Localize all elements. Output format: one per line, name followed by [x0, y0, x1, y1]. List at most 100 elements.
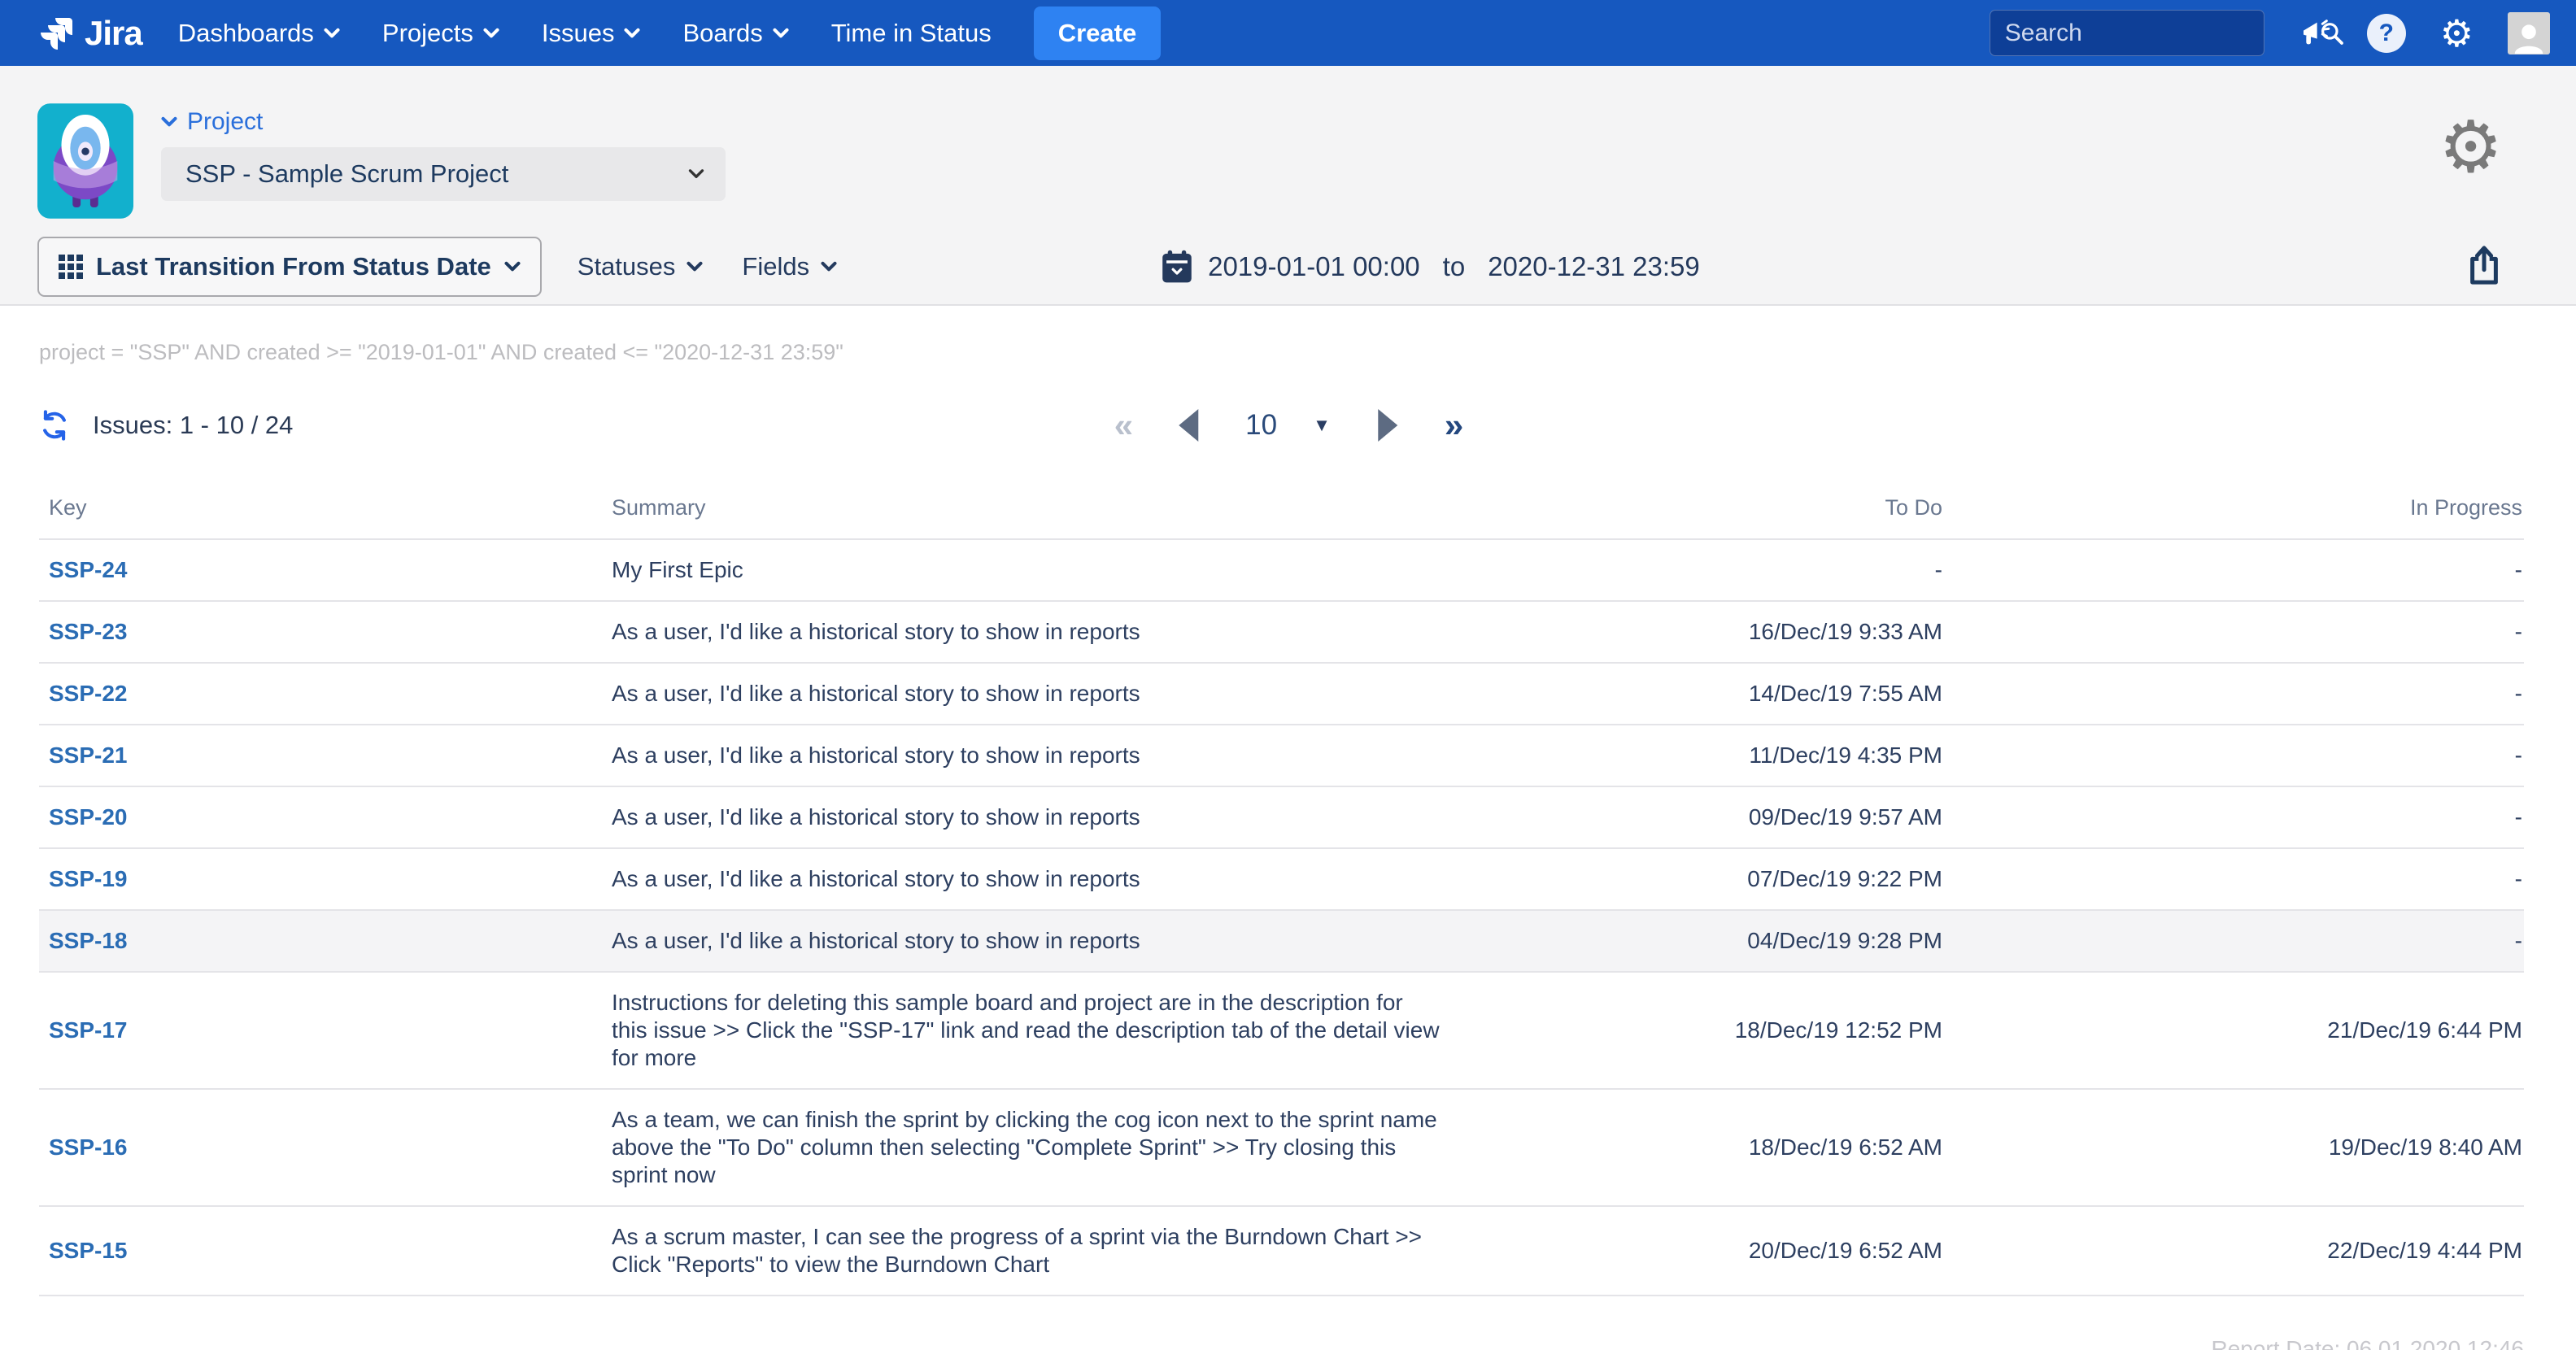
- inprogress-date-cell: -: [1944, 848, 2524, 910]
- nav-item-label: Boards: [682, 19, 762, 48]
- chevron-down-icon: [483, 28, 499, 39]
- column-header-todo[interactable]: To Do: [1464, 481, 1944, 539]
- table-row: SSP-16 As a team, we can finish the sprin…: [39, 1089, 2524, 1206]
- jql-query-text: project = "SSP" AND created >= "2019-01-…: [0, 306, 2576, 365]
- page: Jira Dashboards Projects Issues Boards T…: [0, 0, 2576, 1350]
- project-select-value: SSP - Sample Scrum Project: [185, 159, 508, 189]
- caret-down-icon: ▼: [1313, 415, 1331, 436]
- issues-table: Key Summary To Do In Progress SSP-24My F…: [39, 481, 2524, 1296]
- issue-summary: As a user, I'd like a historical story t…: [612, 742, 1140, 769]
- grid-icon: [59, 255, 83, 279]
- table-row: SSP-18As a user, I'd like a historical s…: [39, 910, 2524, 972]
- chevron-down-icon: [624, 28, 640, 39]
- issue-key-link[interactable]: SSP-22: [49, 681, 128, 706]
- last-page-button[interactable]: »: [1445, 408, 1462, 442]
- help-icon[interactable]: ?: [2367, 14, 2406, 53]
- issues-count: Issues: 1 - 10 / 24: [93, 411, 293, 440]
- bottom-results-bar: Issues: 1 - 10 / 24 « 10 ▼ » Report Date…: [0, 1342, 2576, 1350]
- announcement-icon[interactable]: [2299, 17, 2333, 50]
- todo-date-cell: 16/Dec/19 9:33 AM: [1464, 601, 1944, 663]
- report-date: Report Date: 06.01.2020 12:46: [2211, 1332, 2524, 1350]
- issue-key-link[interactable]: SSP-23: [49, 619, 128, 644]
- jira-logo-text: Jira: [85, 14, 142, 53]
- prev-page-button[interactable]: [1179, 409, 1198, 442]
- inprogress-date-cell: -: [1944, 910, 2524, 972]
- report-body: project = "SSP" AND created >= "2019-01-…: [0, 306, 2576, 1350]
- column-header-key[interactable]: Key: [39, 481, 602, 539]
- jira-logo-icon: [39, 15, 76, 52]
- nav-menu: Dashboards Projects Issues Boards Time i…: [178, 19, 992, 48]
- issue-summary: As a user, I'd like a historical story t…: [612, 680, 1140, 708]
- inprogress-date-cell: -: [1944, 786, 2524, 848]
- table-row: SSP-21 As a user, I'd like a historical s…: [39, 725, 2524, 786]
- search-input[interactable]: [2005, 20, 2319, 47]
- nav-item-issues[interactable]: Issues: [542, 19, 641, 48]
- issue-key-link[interactable]: SSP-20: [49, 804, 128, 830]
- nav-item-dashboards[interactable]: Dashboards: [178, 19, 340, 48]
- inprogress-date-cell: 19/Dec/19 8:40 AM: [1944, 1089, 2524, 1206]
- issues-table-wrap: Key Summary To Do In Progress SSP-24My F…: [0, 481, 2576, 1296]
- issue-key-link[interactable]: SSP-21: [49, 742, 128, 768]
- issue-summary: Instructions for deleting this sample bo…: [612, 989, 1441, 1072]
- chevron-down-icon: [688, 168, 704, 180]
- nav-item-label: Time in Status: [831, 19, 992, 48]
- chevron-down-icon: [324, 28, 340, 39]
- issue-summary: As a user, I'd like a historical story t…: [612, 803, 1140, 831]
- todo-date-cell: -: [1464, 539, 1944, 601]
- field-selector-label: Last Transition From Status Date: [96, 252, 491, 281]
- statuses-dropdown[interactable]: Statuses: [578, 252, 704, 281]
- next-page-button[interactable]: [1378, 409, 1397, 442]
- inprogress-date-cell: 21/Dec/19 6:44 PM: [1944, 972, 2524, 1089]
- inprogress-date-cell: -: [1944, 539, 2524, 601]
- todo-date-cell: 09/Dec/19 9:57 AM: [1464, 786, 1944, 848]
- issue-key-link[interactable]: SSP-17: [49, 1017, 128, 1043]
- create-button[interactable]: Create: [1034, 7, 1162, 60]
- todo-date-cell: 18/Dec/19 12:52 PM: [1464, 972, 1944, 1089]
- nav-item-label: Dashboards: [178, 19, 314, 48]
- nav-right: ? ⚙: [1990, 10, 2550, 56]
- column-header-inprogress[interactable]: In Progress: [1944, 481, 2524, 539]
- top-results-bar: Issues: 1 - 10 / 24 « 10 ▼ »: [0, 399, 2576, 451]
- export-icon[interactable]: [2465, 245, 2503, 290]
- user-avatar[interactable]: [2508, 12, 2550, 54]
- column-header-summary[interactable]: Summary: [602, 481, 1464, 539]
- first-page-button[interactable]: «: [1114, 408, 1131, 442]
- date-range-picker[interactable]: 2019-01-01 00:00 to 2020-12-31 23:59: [1161, 250, 1700, 284]
- nav-item-label: Issues: [542, 19, 615, 48]
- refresh-icon[interactable]: [39, 410, 70, 441]
- project-select[interactable]: SSP - Sample Scrum Project: [161, 147, 726, 201]
- chevron-down-icon: [773, 28, 789, 39]
- inprogress-date-cell: 22/Dec/19 4:44 PM: [1944, 1206, 2524, 1296]
- fields-label: Fields: [742, 252, 809, 281]
- search-box[interactable]: [1990, 10, 2264, 56]
- field-selector-button[interactable]: Last Transition From Status Date: [37, 237, 542, 297]
- table-header-row: Key Summary To Do In Progress: [39, 481, 2524, 539]
- issue-summary: As a team, we can finish the sprint by c…: [612, 1106, 1441, 1189]
- date-from: 2019-01-01 00:00: [1208, 251, 1420, 282]
- fields-dropdown[interactable]: Fields: [742, 252, 837, 281]
- inprogress-date-cell: -: [1944, 601, 2524, 663]
- issue-key-link[interactable]: SSP-16: [49, 1134, 128, 1160]
- project-collapse-toggle[interactable]: Project: [161, 108, 726, 136]
- nav-item-boards[interactable]: Boards: [682, 19, 788, 48]
- chevron-down-icon: [161, 116, 177, 128]
- issue-summary: As a user, I'd like a historical story t…: [612, 618, 1140, 646]
- todo-date-cell: 18/Dec/19 6:52 AM: [1464, 1089, 1944, 1206]
- date-to-word: to: [1443, 251, 1466, 282]
- issue-summary: As a scrum master, I can see the progres…: [612, 1223, 1441, 1278]
- issue-key-link[interactable]: SSP-19: [49, 866, 128, 891]
- table-row: SSP-17 Instructions for deleting this sam…: [39, 972, 2524, 1089]
- report-settings-gear-icon[interactable]: ⚙: [2439, 111, 2503, 183]
- settings-icon[interactable]: ⚙: [2440, 15, 2474, 52]
- pagination-top: « 10 ▼ »: [1114, 408, 1462, 442]
- nav-item-projects[interactable]: Projects: [382, 19, 499, 48]
- page-size-select[interactable]: 10 ▼: [1245, 409, 1331, 442]
- issue-key-link[interactable]: SSP-18: [49, 928, 128, 953]
- inprogress-date-cell: -: [1944, 725, 2524, 786]
- report-header: Project SSP - Sample Scrum Project ⚙ Las…: [0, 66, 2576, 306]
- nav-item-time-in-status[interactable]: Time in Status: [831, 19, 992, 48]
- issue-key-link[interactable]: SSP-15: [49, 1238, 128, 1263]
- project-label: Project: [187, 108, 263, 136]
- jira-logo[interactable]: Jira: [39, 14, 142, 53]
- issue-key-link[interactable]: SSP-24: [49, 557, 128, 582]
